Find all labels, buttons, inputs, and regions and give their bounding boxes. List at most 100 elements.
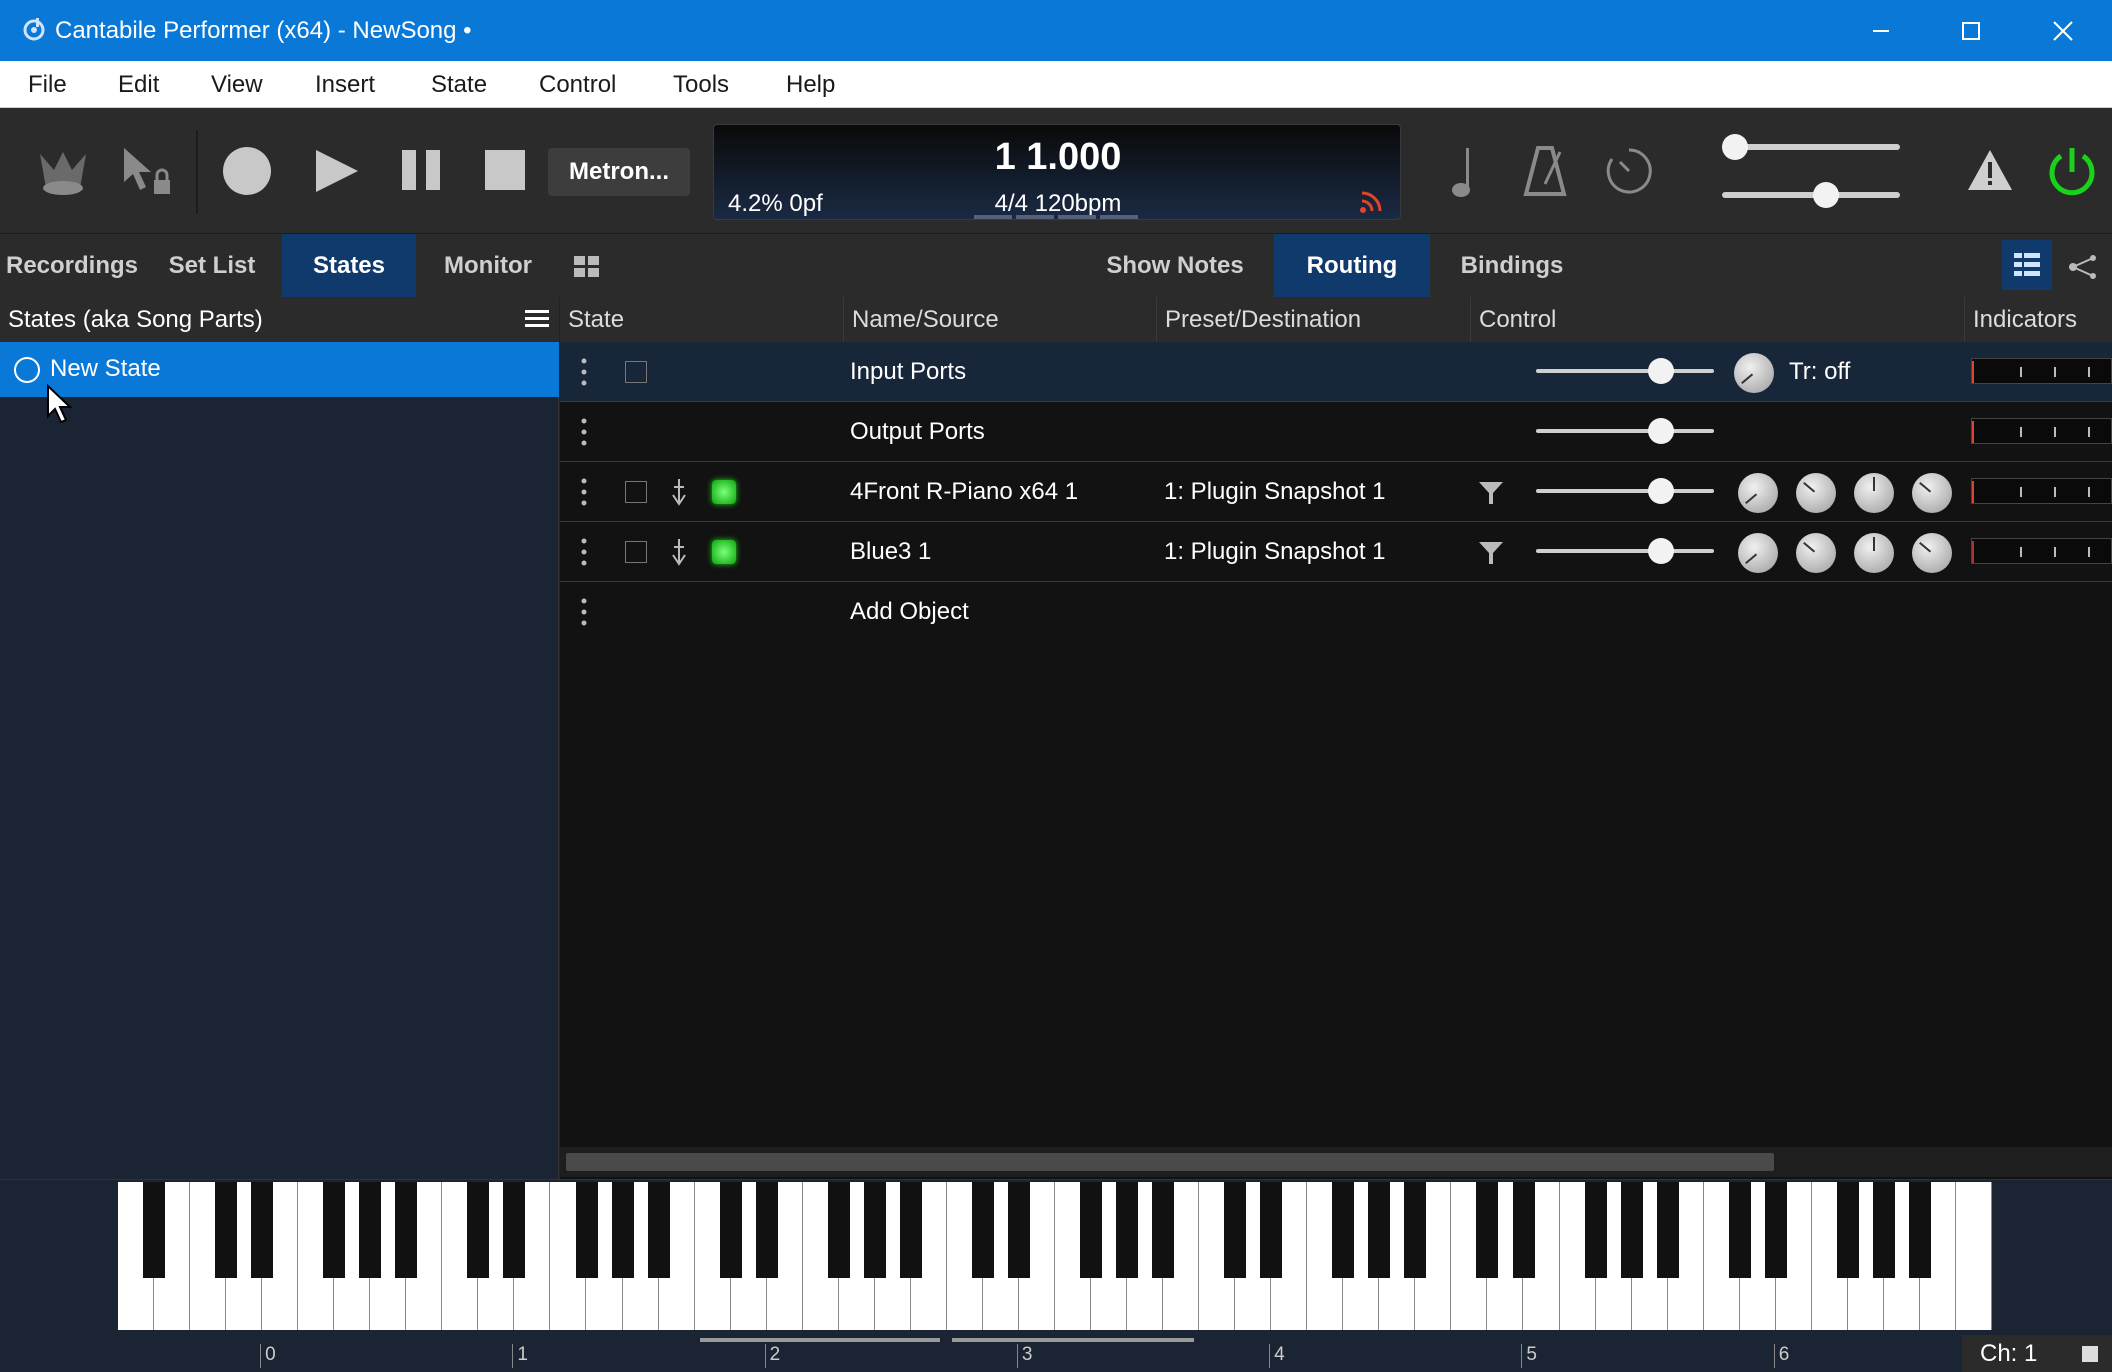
black-key[interactable] xyxy=(1656,1182,1679,1278)
record-icon[interactable] xyxy=(222,146,272,196)
black-key[interactable] xyxy=(755,1182,778,1278)
black-key[interactable] xyxy=(863,1182,886,1278)
parameter-knob[interactable] xyxy=(1796,473,1836,513)
minimize-button[interactable] xyxy=(1836,0,1926,61)
transpose-knob[interactable] xyxy=(1734,353,1774,393)
midi-channel-selector[interactable]: Ch: 1 xyxy=(1962,1335,2112,1372)
slider-thumb[interactable] xyxy=(1648,478,1675,504)
black-key[interactable] xyxy=(1764,1182,1787,1278)
horizontal-scrollbar[interactable] xyxy=(566,1153,1774,1171)
column-name-source[interactable]: Name/Source xyxy=(844,297,1157,342)
gain-slider[interactable] xyxy=(1536,478,1714,504)
drag-handle-icon[interactable] xyxy=(580,598,588,626)
play-icon[interactable] xyxy=(312,146,362,196)
row-preset[interactable]: 1: Plugin Snapshot 1 xyxy=(1164,538,1386,566)
filter-icon[interactable] xyxy=(1478,540,1504,566)
clock-icon[interactable] xyxy=(1604,146,1654,196)
black-key[interactable] xyxy=(1728,1182,1751,1278)
filter-icon[interactable] xyxy=(1478,480,1504,506)
drag-handle-icon[interactable] xyxy=(580,478,588,506)
black-key[interactable] xyxy=(251,1182,274,1278)
routing-diagram-icon[interactable] xyxy=(2068,254,2098,280)
zone-range-bar[interactable] xyxy=(952,1338,1194,1342)
menu-insert[interactable]: Insert xyxy=(315,71,375,99)
metronome-button[interactable]: Metron... xyxy=(548,148,690,196)
list-view-button[interactable] xyxy=(2002,240,2052,290)
pointer-lock-icon[interactable] xyxy=(118,144,176,200)
black-key[interactable] xyxy=(971,1182,994,1278)
black-key[interactable] xyxy=(1836,1182,1859,1278)
zone-range-bar[interactable] xyxy=(700,1338,940,1342)
expand-icon[interactable] xyxy=(625,481,647,503)
master-volume-slider[interactable] xyxy=(1722,134,1900,160)
grid-row-input-ports[interactable]: Input Ports Tr: off xyxy=(560,342,2112,402)
note-icon[interactable] xyxy=(1446,144,1480,200)
midi-in-arrow-icon[interactable] xyxy=(672,477,686,507)
menu-file[interactable]: File xyxy=(28,71,67,99)
black-key[interactable] xyxy=(1260,1182,1283,1278)
black-key[interactable] xyxy=(1332,1182,1355,1278)
piano-keyboard[interactable] xyxy=(118,1182,1992,1330)
black-key[interactable] xyxy=(143,1182,166,1278)
master-level-slider[interactable] xyxy=(1722,182,1900,208)
row-preset[interactable]: 1: Plugin Snapshot 1 xyxy=(1164,478,1386,506)
black-key[interactable] xyxy=(1007,1182,1030,1278)
parameter-knob[interactable] xyxy=(1854,533,1894,573)
grid-row-output-ports[interactable]: Output Ports xyxy=(560,402,2112,462)
midi-in-arrow-icon[interactable] xyxy=(672,537,686,567)
stop-icon[interactable] xyxy=(481,146,529,194)
drag-handle-icon[interactable] xyxy=(580,358,588,386)
tab-set-list[interactable]: Set List xyxy=(152,234,272,297)
tab-recordings[interactable]: Recordings xyxy=(0,234,144,297)
spotlight-icon[interactable] xyxy=(36,144,90,198)
hamburger-menu-icon[interactable] xyxy=(525,309,549,329)
state-item-new-state[interactable]: New State xyxy=(0,342,559,397)
active-led-icon[interactable] xyxy=(712,480,736,504)
column-indicators[interactable]: Indicators xyxy=(1965,297,2112,342)
black-key[interactable] xyxy=(611,1182,634,1278)
expand-icon[interactable] xyxy=(625,541,647,563)
transport-display[interactable]: 1 1.000 4.2% 0pf 4/4 120bpm xyxy=(713,124,1401,220)
close-button[interactable] xyxy=(2018,0,2108,61)
menu-tools[interactable]: Tools xyxy=(673,71,729,99)
slider-thumb[interactable] xyxy=(1648,538,1675,564)
gain-slider[interactable] xyxy=(1536,538,1714,564)
active-led-icon[interactable] xyxy=(712,540,736,564)
black-key[interactable] xyxy=(1620,1182,1643,1278)
black-key[interactable] xyxy=(215,1182,238,1278)
parameter-knob[interactable] xyxy=(1854,473,1894,513)
drag-handle-icon[interactable] xyxy=(580,418,588,446)
black-key[interactable] xyxy=(1512,1182,1535,1278)
view-grid-icon[interactable] xyxy=(574,256,600,278)
menu-edit[interactable]: Edit xyxy=(118,71,159,99)
slider-thumb[interactable] xyxy=(1648,418,1675,444)
parameter-knob[interactable] xyxy=(1738,533,1778,573)
gain-slider[interactable] xyxy=(1536,418,1714,444)
column-control[interactable]: Control xyxy=(1471,297,1965,342)
black-key[interactable] xyxy=(503,1182,526,1278)
parameter-knob[interactable] xyxy=(1796,533,1836,573)
state-radio-icon[interactable] xyxy=(14,357,40,383)
pause-icon[interactable] xyxy=(398,146,446,194)
drag-handle-icon[interactable] xyxy=(580,538,588,566)
expand-icon[interactable] xyxy=(625,361,647,383)
add-object-button[interactable]: Add Object xyxy=(850,598,969,626)
tab-bindings[interactable]: Bindings xyxy=(1446,234,1578,297)
slider-thumb[interactable] xyxy=(1648,358,1675,384)
black-key[interactable] xyxy=(1152,1182,1175,1278)
grid-row-blue3[interactable]: Blue3 1 1: Plugin Snapshot 1 xyxy=(560,522,2112,582)
black-key[interactable] xyxy=(1368,1182,1391,1278)
horizontal-scroll-track[interactable] xyxy=(560,1147,2112,1177)
black-key[interactable] xyxy=(899,1182,922,1278)
menu-state[interactable]: State xyxy=(431,71,487,99)
tab-monitor[interactable]: Monitor xyxy=(424,234,552,297)
black-key[interactable] xyxy=(647,1182,670,1278)
white-key[interactable] xyxy=(1955,1182,1992,1330)
slider-thumb[interactable] xyxy=(1813,182,1840,208)
black-key[interactable] xyxy=(1476,1182,1499,1278)
black-key[interactable] xyxy=(323,1182,346,1278)
maximize-button[interactable] xyxy=(1926,0,2016,61)
black-key[interactable] xyxy=(1404,1182,1427,1278)
tab-show-notes[interactable]: Show Notes xyxy=(1094,234,1256,297)
warning-icon[interactable] xyxy=(1964,146,2016,194)
